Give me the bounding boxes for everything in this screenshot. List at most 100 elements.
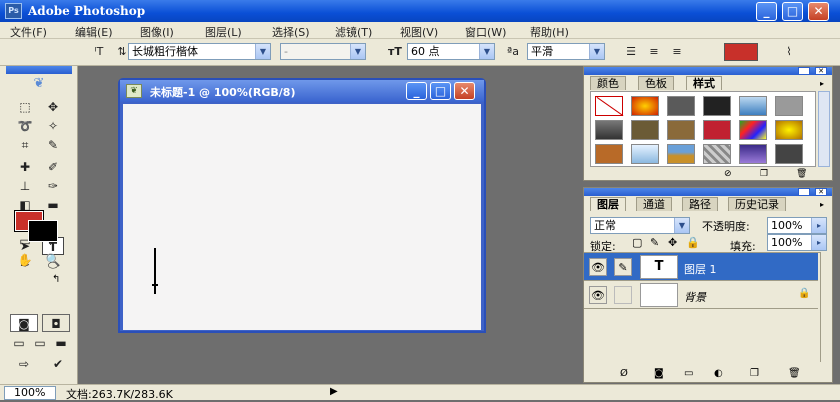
- jump-to-imageready-icon[interactable]: ⇨: [10, 355, 38, 373]
- standard-mode-icon[interactable]: ◙: [10, 314, 38, 332]
- menu-help[interactable]: 帮助(H): [530, 24, 569, 40]
- imageready-logo-icon[interactable]: ✔: [46, 355, 70, 373]
- layer-row-selected[interactable]: 👁 ✎ T 图层 1: [584, 253, 818, 281]
- style-swatch[interactable]: [775, 120, 803, 140]
- antialias-select[interactable]: 平滑 ▼: [527, 43, 605, 60]
- style-swatch[interactable]: [775, 96, 803, 116]
- tab-history[interactable]: 历史记录: [728, 197, 786, 211]
- style-swatch[interactable]: [595, 120, 623, 140]
- align-right-icon[interactable]: ≡: [668, 43, 686, 61]
- maximize-button[interactable]: □: [782, 2, 803, 21]
- screen-mode-menu-icon[interactable]: ▭: [31, 334, 49, 352]
- fill-field[interactable]: 100% ▸: [767, 234, 827, 251]
- quick-mask-icon[interactable]: ◘: [42, 314, 70, 332]
- layer-row[interactable]: 👁 背景 🔒: [584, 281, 818, 309]
- tab-color[interactable]: 颜色: [590, 76, 626, 90]
- eye-icon[interactable]: 👁: [589, 258, 607, 276]
- eye-icon[interactable]: 👁: [589, 286, 607, 304]
- menu-edit[interactable]: 编辑(E): [75, 24, 113, 40]
- font-family-select[interactable]: 长城粗行楷体 ▼: [128, 43, 271, 60]
- link-slot[interactable]: [614, 286, 632, 304]
- clone-stamp-tool-icon[interactable]: ⊥: [14, 177, 36, 195]
- style-swatch[interactable]: [775, 144, 803, 164]
- doc-maximize-button[interactable]: □: [430, 82, 451, 100]
- adjustment-layer-icon[interactable]: ◐: [714, 368, 723, 379]
- tab-styles[interactable]: 样式: [686, 76, 722, 90]
- tab-channels[interactable]: 通道: [636, 197, 672, 211]
- trash-icon[interactable]: 🗑: [788, 368, 801, 379]
- screen-mode-standard-icon[interactable]: ▭: [10, 334, 28, 352]
- palette-minimize-button[interactable]: [798, 188, 810, 196]
- new-group-icon[interactable]: ▭: [684, 368, 693, 379]
- marquee-tool-icon[interactable]: ⬚: [14, 98, 36, 116]
- lock-transparency-icon[interactable]: ▢: [632, 236, 642, 249]
- delete-style-icon[interactable]: ⊘: [724, 169, 732, 179]
- styles-scrollbar[interactable]: [818, 91, 830, 167]
- document-title-bar[interactable]: ❦ 未标题-1 @ 100%(RGB/8) _ □ ✕: [120, 80, 484, 102]
- style-swatch[interactable]: [703, 144, 731, 164]
- style-swatch[interactable]: [739, 96, 767, 116]
- layer-style-icon[interactable]: Ø: [620, 368, 628, 379]
- font-style-select[interactable]: - ▼: [280, 43, 366, 60]
- align-left-icon[interactable]: ☰: [622, 43, 640, 61]
- style-swatch[interactable]: [631, 120, 659, 140]
- menu-file[interactable]: 文件(F): [10, 24, 47, 40]
- minimize-button[interactable]: _: [756, 2, 777, 21]
- layer-name[interactable]: 图层 1: [684, 261, 717, 277]
- swap-colors-icon[interactable]: ↰: [52, 274, 60, 285]
- menu-select[interactable]: 选择(S): [272, 24, 310, 40]
- add-mask-icon[interactable]: ◙: [654, 368, 664, 379]
- style-swatch[interactable]: [667, 144, 695, 164]
- close-button[interactable]: ✕: [808, 2, 829, 21]
- crop-tool-icon[interactable]: ⌗: [14, 136, 36, 154]
- blend-mode-select[interactable]: 正常 ▼: [590, 217, 690, 234]
- zoom-tool-icon[interactable]: 🔍: [42, 251, 64, 269]
- healing-brush-tool-icon[interactable]: ✚: [14, 158, 36, 176]
- background-color-swatch[interactable]: [28, 220, 58, 242]
- opacity-field[interactable]: 100% ▸: [767, 217, 827, 234]
- style-swatch[interactable]: [631, 96, 659, 116]
- palette-close-button[interactable]: ✕: [815, 188, 827, 196]
- style-swatch[interactable]: [631, 144, 659, 164]
- menu-image[interactable]: 图像(I): [140, 24, 174, 40]
- menu-window[interactable]: 窗口(W): [465, 24, 506, 40]
- align-center-icon[interactable]: ≡: [645, 43, 663, 61]
- palette-menu-icon[interactable]: ▸: [820, 79, 824, 88]
- lock-move-icon[interactable]: ✥: [668, 236, 677, 249]
- status-menu-arrow-icon[interactable]: ▶: [330, 386, 338, 397]
- layer-name[interactable]: 背景: [684, 289, 706, 305]
- menu-view[interactable]: 视图(V): [400, 24, 438, 40]
- magic-wand-tool-icon[interactable]: ✧: [42, 117, 64, 135]
- layers-scrollbar[interactable]: [820, 252, 832, 362]
- style-swatch[interactable]: [667, 120, 695, 140]
- new-layer-icon[interactable]: ❐: [750, 368, 759, 379]
- style-swatch[interactable]: [595, 144, 623, 164]
- lock-brush-icon[interactable]: ✎: [650, 236, 659, 249]
- warp-text-icon[interactable]: ⌇: [780, 43, 798, 61]
- slice-tool-icon[interactable]: ✎: [42, 136, 64, 154]
- zoom-field[interactable]: 100%: [4, 386, 56, 400]
- text-color-swatch[interactable]: [724, 43, 758, 61]
- history-brush-tool-icon[interactable]: ✑: [42, 177, 64, 195]
- lock-all-icon[interactable]: 🔒: [686, 236, 700, 249]
- lasso-tool-icon[interactable]: ➰: [14, 117, 36, 135]
- tab-layers[interactable]: 图层: [590, 197, 626, 211]
- trash-icon[interactable]: 🗑: [796, 169, 807, 179]
- menu-filter[interactable]: 滤镜(T): [335, 24, 372, 40]
- menu-layer[interactable]: 图层(L): [205, 24, 242, 40]
- style-none-swatch[interactable]: [595, 96, 624, 117]
- screen-mode-full-icon[interactable]: ▬: [52, 334, 70, 352]
- font-size-select[interactable]: 60 点 ▼: [407, 43, 495, 60]
- doc-minimize-button[interactable]: _: [406, 82, 427, 100]
- gradient-tool-icon[interactable]: ▬: [42, 196, 64, 214]
- style-swatch[interactable]: [739, 144, 767, 164]
- style-swatch[interactable]: [739, 120, 767, 140]
- style-swatch[interactable]: [703, 96, 731, 116]
- palette-menu-icon[interactable]: ▸: [820, 200, 824, 209]
- style-swatch[interactable]: [703, 120, 731, 140]
- style-swatch[interactable]: [667, 96, 695, 116]
- document-canvas[interactable]: [123, 104, 481, 330]
- new-style-icon[interactable]: ❐: [760, 169, 768, 179]
- tab-paths[interactable]: 路径: [682, 197, 718, 211]
- tab-swatches[interactable]: 色板: [638, 76, 674, 90]
